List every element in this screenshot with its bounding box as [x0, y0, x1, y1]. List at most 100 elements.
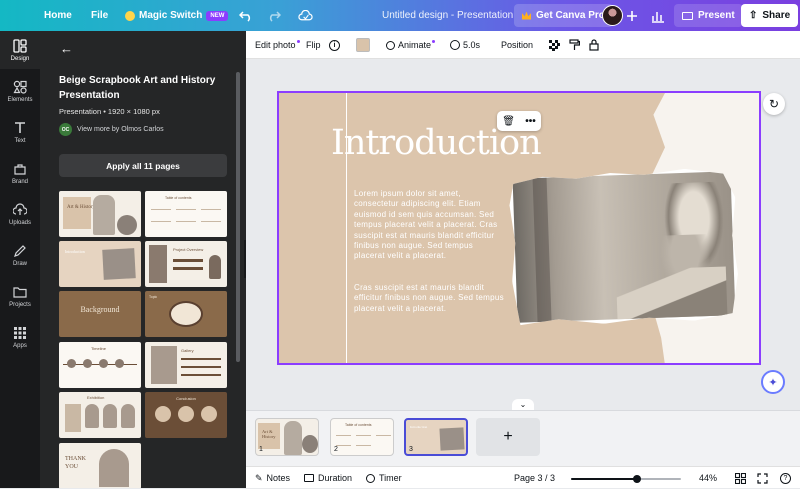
- rail-item-projects[interactable]: Projects: [0, 277, 40, 315]
- magic-switch-icon: [125, 10, 135, 21]
- slide-paragraph-2[interactable]: Cras suscipit est at mauris blandit effi…: [354, 283, 506, 314]
- zoom-slider[interactable]: [571, 475, 681, 483]
- template-page-2[interactable]: Table of contents: [145, 191, 227, 237]
- template-page-11[interactable]: THANK YOU: [59, 443, 141, 488]
- duration-status-button[interactable]: Duration: [304, 467, 352, 489]
- elements-icon: [13, 80, 27, 94]
- template-page-1[interactable]: Art & History: [59, 191, 141, 237]
- fullscreen-icon[interactable]: [757, 467, 768, 489]
- duration-button[interactable]: 5.0s: [450, 31, 480, 59]
- refresh-icon[interactable]: ↻: [763, 93, 785, 115]
- template-page-6[interactable]: Topic: [145, 291, 227, 337]
- magic-switch-button[interactable]: Magic Switch NEW: [125, 0, 229, 31]
- page-filmstrip: Art & History 1 Table of contents 2 Intr…: [246, 410, 800, 466]
- projects-icon: [13, 286, 27, 298]
- template-page-9[interactable]: Exhibition: [59, 392, 141, 438]
- paint-roller-icon[interactable]: [569, 31, 580, 59]
- collapse-filmstrip-icon[interactable]: ⌄: [512, 399, 534, 410]
- rail-item-brand[interactable]: Brand: [0, 154, 40, 192]
- status-bar: ✎ Notes Duration Timer Page 3 / 3 44% ?: [246, 466, 800, 488]
- rail-item-apps[interactable]: Apps: [0, 318, 40, 356]
- rail-item-draw[interactable]: Draw: [0, 236, 40, 274]
- template-meta: Presentation • 1920 × 1080 px: [59, 107, 160, 116]
- author-avatar: OC: [59, 123, 72, 136]
- info-icon[interactable]: i: [329, 31, 340, 59]
- help-icon[interactable]: ?: [780, 467, 791, 489]
- animate-button[interactable]: Animate: [386, 31, 436, 59]
- zoom-level[interactable]: 44%: [699, 467, 717, 489]
- analytics-icon[interactable]: [650, 8, 665, 23]
- animate-icon: [386, 40, 395, 50]
- design-icon: [13, 38, 27, 53]
- share-button[interactable]: ⇧ Share: [741, 4, 799, 27]
- more-options-icon[interactable]: •••: [525, 116, 536, 127]
- undo-icon[interactable]: [238, 8, 253, 23]
- panel-scrollbar[interactable]: [236, 72, 240, 362]
- side-rail: Design Elements Text Brand Uploads Draw …: [0, 31, 40, 488]
- selection-actions: 🗑 •••: [497, 111, 541, 131]
- notes-icon: ✎: [255, 472, 263, 483]
- crown-icon: [522, 11, 531, 20]
- page-thumb-2[interactable]: Table of contents 2: [330, 418, 394, 456]
- statue-photo[interactable]: [508, 167, 739, 327]
- position-button[interactable]: Position: [501, 31, 533, 59]
- page-thumb-1[interactable]: Art & History 1: [255, 418, 319, 456]
- trash-icon[interactable]: 🗑: [502, 116, 515, 127]
- rail-item-uploads[interactable]: Uploads: [0, 195, 40, 233]
- add-collaborator-icon[interactable]: [624, 8, 639, 23]
- file-menu[interactable]: File: [91, 0, 108, 31]
- rail-item-design[interactable]: Design: [0, 31, 40, 69]
- apps-icon: [14, 326, 26, 339]
- template-page-5[interactable]: Background: [59, 291, 141, 337]
- zoom-slider-fill: [571, 478, 637, 480]
- purple-dot-icon: [296, 39, 300, 43]
- top-bar: Home File Magic Switch NEW Untitled desi…: [0, 0, 800, 31]
- edit-photo-button[interactable]: Edit photo: [255, 31, 300, 59]
- lock-icon[interactable]: [589, 31, 599, 59]
- new-badge: NEW: [206, 10, 229, 21]
- transparency-icon[interactable]: [549, 31, 560, 59]
- author-row[interactable]: OC View more by Olmos Carlos: [59, 123, 164, 136]
- flip-button[interactable]: Flip: [306, 31, 321, 59]
- context-toolbar: Edit photo Flip i Animate 5.0s Position: [246, 31, 800, 59]
- present-button[interactable]: Present: [674, 4, 743, 27]
- template-page-3[interactable]: Introduction: [59, 241, 141, 287]
- duration-icon: [304, 474, 314, 482]
- page-thumb-3[interactable]: Introduction 3: [404, 418, 468, 456]
- back-icon[interactable]: ←: [60, 41, 73, 56]
- template-page-8[interactable]: Gallery: [145, 342, 227, 388]
- rail-item-elements[interactable]: Elements: [0, 72, 40, 110]
- document-title[interactable]: Untitled design - Presentation: [382, 0, 513, 31]
- apply-all-button[interactable]: Apply all 11 pages: [59, 154, 227, 177]
- slide-canvas[interactable]: Introduction Lorem ipsum dolor sit amet,…: [277, 91, 761, 365]
- present-icon: [682, 11, 693, 20]
- uploads-icon: [13, 202, 27, 215]
- page-indicator[interactable]: Page 3 / 3: [514, 467, 555, 489]
- template-title: Beige Scrapbook Art and History Presenta…: [59, 75, 216, 101]
- redo-icon[interactable]: [266, 8, 281, 23]
- notes-button[interactable]: ✎ Notes: [255, 467, 290, 489]
- cloud-save-icon[interactable]: [298, 8, 313, 23]
- design-panel: ← Beige Scrapbook Art and History Presen…: [40, 31, 246, 488]
- purple-dot-icon: [432, 39, 436, 43]
- home-button[interactable]: Home: [44, 0, 72, 31]
- text-icon: [15, 121, 25, 133]
- clock-icon: [450, 40, 460, 50]
- timer-button[interactable]: Timer: [366, 467, 402, 489]
- canvas-area[interactable]: Introduction Lorem ipsum dolor sit amet,…: [246, 59, 800, 410]
- color-swatch[interactable]: [356, 31, 370, 59]
- share-icon: ⇧: [749, 10, 758, 21]
- avatar[interactable]: [602, 5, 623, 26]
- zoom-slider-knob[interactable]: [633, 475, 641, 483]
- template-page-10[interactable]: Conclusion: [145, 392, 227, 438]
- rail-item-text[interactable]: Text: [0, 113, 40, 151]
- get-canva-pro-button[interactable]: Get Canva Pro: [514, 4, 613, 27]
- grid-view-icon[interactable]: [735, 467, 746, 489]
- brand-icon: [14, 163, 26, 175]
- template-page-4[interactable]: Project Overview: [145, 241, 227, 287]
- add-page-button[interactable]: +: [476, 418, 540, 456]
- slide-paragraph-1[interactable]: Lorem ipsum dolor sit amet, consectetur …: [354, 189, 506, 262]
- template-page-7[interactable]: Timeline: [59, 342, 141, 388]
- timer-icon: [366, 473, 375, 483]
- magic-assistant-icon[interactable]: ✦: [761, 370, 785, 394]
